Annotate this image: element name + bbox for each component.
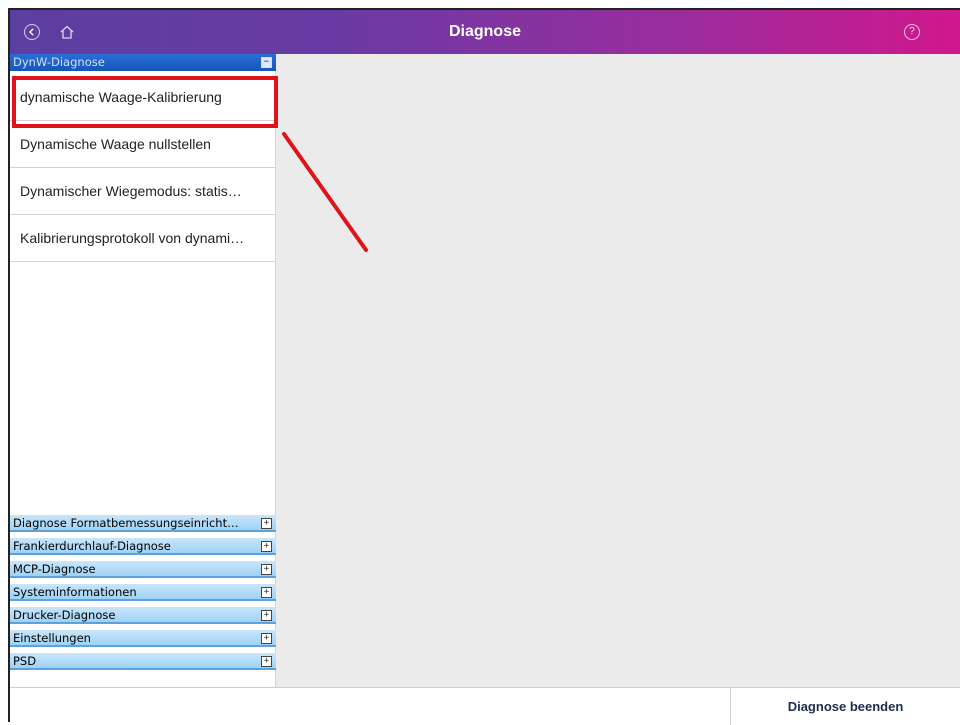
expand-icon[interactable]: + <box>261 518 272 529</box>
diagnose-sidebar: DynW-Diagnose − dynamische Waage-Kalibri… <box>10 54 276 687</box>
section-header-formatbemessung[interactable]: Diagnose Formatbemessungseinricht… + <box>10 515 276 532</box>
section-label: Systeminformationen <box>13 585 137 599</box>
section-label: Diagnose Formatbemessungseinricht… <box>13 516 239 530</box>
menu-item-label: Dynamischer Wiegemodus: statis… <box>20 183 242 199</box>
section-label: Frankierdurchlauf-Diagnose <box>13 539 171 553</box>
menu-item-kalibrierungsprotokoll[interactable]: Kalibrierungsprotokoll von dynami… <box>10 215 276 262</box>
app-window: Diagnose ? DynW-Diagnose − dynamische Wa… <box>8 8 960 725</box>
expand-icon[interactable]: + <box>261 564 272 575</box>
collapse-icon[interactable]: − <box>261 57 272 68</box>
menu-item-waage-nullstellen[interactable]: Dynamische Waage nullstellen <box>10 121 276 168</box>
section-header-systeminformationen[interactable]: Systeminformationen + <box>10 584 276 601</box>
section-label: Drucker-Diagnose <box>13 608 116 622</box>
menu-item-waage-kalibrierung[interactable]: dynamische Waage-Kalibrierung <box>10 74 276 121</box>
annotation-arrow <box>282 132 368 252</box>
section-header-dynw-diagnose[interactable]: DynW-Diagnose − <box>10 54 276 71</box>
section-header-frankierdurchlauf[interactable]: Frankierdurchlauf-Diagnose + <box>10 538 276 555</box>
expand-icon[interactable]: + <box>261 587 272 598</box>
section-header-mcp-diagnose[interactable]: MCP-Diagnose + <box>10 561 276 578</box>
section-label: PSD <box>13 654 37 668</box>
expand-icon[interactable]: + <box>261 610 272 621</box>
section-header-einstellungen[interactable]: Einstellungen + <box>10 630 276 647</box>
section-label: DynW-Diagnose <box>13 55 105 69</box>
menu-item-label: Dynamische Waage nullstellen <box>20 136 211 152</box>
menu-item-wiegemodus[interactable]: Dynamischer Wiegemodus: statis… <box>10 168 276 215</box>
section-label: MCP-Diagnose <box>13 562 96 576</box>
expand-icon[interactable]: + <box>261 656 272 667</box>
header-bar: Diagnose ? <box>10 10 960 54</box>
section-header-drucker-diagnose[interactable]: Drucker-Diagnose + <box>10 607 276 624</box>
expand-icon[interactable]: + <box>261 541 272 552</box>
footer-bar: Diagnose beenden <box>10 687 960 725</box>
expand-icon[interactable]: + <box>261 633 272 644</box>
page-title: Diagnose <box>448 23 521 40</box>
menu-item-label: dynamische Waage-Kalibrierung <box>20 89 222 105</box>
help-circle-icon[interactable]: ? <box>904 24 920 40</box>
exit-diagnose-button[interactable]: Diagnose beenden <box>730 688 960 725</box>
section-label: Einstellungen <box>13 631 91 645</box>
help-glyph: ? <box>909 26 915 37</box>
section-header-psd[interactable]: PSD + <box>10 653 276 670</box>
menu-item-label: Kalibrierungsprotokoll von dynami… <box>20 230 245 246</box>
